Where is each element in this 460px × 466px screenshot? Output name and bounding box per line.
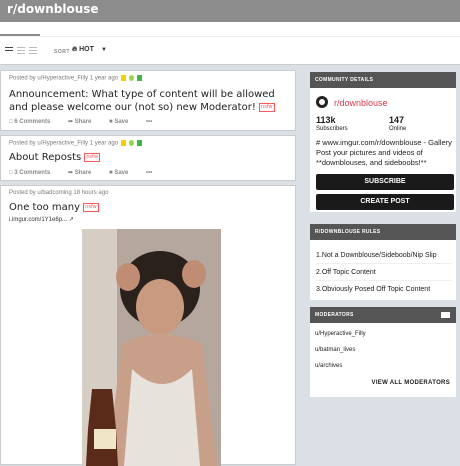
sort-label: SORT <box>54 49 70 55</box>
post-meta: Posted by u/Hyperactive_Filly 1 year ago <box>9 75 143 82</box>
comments-label: 3 Comments <box>14 170 51 176</box>
post-link[interactable]: i.imgur.com/1Y1e6p... ↗ <box>9 216 74 223</box>
share-label: Share <box>74 170 92 176</box>
nsfw-badge: nsfw <box>84 152 100 162</box>
post-card[interactable]: Posted by u/Hyperactive_Filly 1 year ago… <box>0 70 296 131</box>
rule-item[interactable]: 1.Not a Downblouse/Sideboob/Nip Slip <box>316 252 451 264</box>
post-card[interactable]: Posted by u/badcoming 18 hours ago One t… <box>0 185 296 466</box>
post-link-text: i.imgur.com/1Y1e6p... <box>9 217 68 223</box>
community-avatar <box>316 96 328 108</box>
moderators-header: MODERATORS <box>310 307 456 323</box>
save-label: Save <box>114 170 129 176</box>
post-meta-text: Posted by u/Hyperactive_Filly 1 year ago <box>9 140 119 147</box>
post-title-text: Announcement: What type of content will … <box>9 89 275 113</box>
rule-item[interactable]: 3.Obviously Posed Off Topic Content <box>316 286 451 297</box>
pin-icon <box>121 75 127 81</box>
save-label: Save <box>114 119 129 125</box>
post-image[interactable] <box>82 229 221 466</box>
online-count: 147 <box>389 115 405 125</box>
more-options-button[interactable]: ••• <box>146 170 152 176</box>
post-title[interactable]: Announcement: What type of content will … <box>9 88 289 114</box>
nsfw-badge: nsfw <box>259 102 275 112</box>
share-button[interactable]: ➦ Share <box>68 170 99 176</box>
compact-view-icon[interactable] <box>29 47 37 54</box>
subreddit-title: r/downblouse <box>7 2 99 16</box>
post-title[interactable]: About Reposts nsfw <box>9 151 100 164</box>
sort-bar: SORT 🔥︎ HOT ▼ <box>0 37 460 65</box>
card-view-icon[interactable] <box>5 47 13 54</box>
share-button[interactable]: ➦ Share <box>68 119 99 125</box>
sort-hot-button[interactable]: 🔥︎ HOT <box>72 46 94 54</box>
post-title-text: About Reposts <box>9 152 82 163</box>
community-details-panel: COMMUNITY DETAILS r/downblouse 113k Subs… <box>310 72 456 212</box>
online-label: Online <box>389 126 407 132</box>
pin-icon <box>121 140 127 146</box>
mod-shield-icon <box>137 75 143 81</box>
community-details-header: COMMUNITY DETAILS <box>310 72 456 88</box>
rule-item[interactable]: 2.Off Topic Content <box>316 269 451 281</box>
subscribe-button[interactable]: SUBSCRIBE <box>316 174 454 190</box>
post-meta: Posted by u/Hyperactive_Filly 1 year ago <box>9 140 143 147</box>
post-meta-text: Posted by u/Hyperactive_Filly 1 year ago <box>9 75 119 82</box>
announcement-icon <box>129 140 135 146</box>
rules-header: R/DOWNBLOUSE RULES <box>310 224 456 240</box>
save-button[interactable]: ■ Save <box>109 170 136 176</box>
community-name[interactable]: r/downblouse <box>334 98 388 108</box>
post-image-art <box>82 229 221 466</box>
view-all-moderators-link[interactable]: VIEW ALL MODERATORS <box>372 380 450 386</box>
moderator-link[interactable]: u/batman_lives <box>315 347 355 353</box>
comments-button[interactable]: □ 3 Comments <box>9 170 58 176</box>
announcement-icon <box>129 75 135 81</box>
post-card[interactable]: Posted by u/Hyperactive_Filly 1 year ago… <box>0 135 296 181</box>
share-label: Share <box>74 119 92 125</box>
subscribers-label: Subscribers <box>316 126 348 132</box>
post-meta: Posted by u/badcoming 18 hours ago <box>9 190 108 196</box>
moderator-link[interactable]: u/archives <box>315 363 342 369</box>
post-actions: □ 3 Comments ➦ Share ■ Save ••• <box>9 169 160 176</box>
comments-label: 6 Comments <box>14 119 51 125</box>
post-meta-text: Posted by u/badcoming 18 hours ago <box>9 190 109 196</box>
moderators-panel: MODERATORS u/Hyperactive_Filly u/batman_… <box>310 307 456 397</box>
message-mods-icon[interactable] <box>441 312 450 318</box>
chevron-down-icon[interactable]: ▼ <box>101 47 107 53</box>
sort-value: HOT <box>79 46 94 53</box>
classic-view-icon[interactable] <box>17 47 25 54</box>
external-link-icon: ↗ <box>68 217 74 223</box>
post-actions: □ 6 Comments ➦ Share ■ Save ••• <box>9 118 160 125</box>
create-post-button[interactable]: CREATE POST <box>316 194 454 210</box>
save-button[interactable]: ■ Save <box>109 119 136 125</box>
flame-icon: 🔥︎ <box>72 46 78 53</box>
subreddit-banner: r/downblouse <box>0 0 460 22</box>
active-tab-underline <box>0 34 40 36</box>
moderators-header-text: MODERATORS <box>315 312 354 318</box>
rules-panel: R/DOWNBLOUSE RULES 1.Not a Downblouse/Si… <box>310 224 456 300</box>
post-title-text: One too many <box>9 202 81 213</box>
post-title[interactable]: One too many nsfw <box>9 201 99 214</box>
community-description: # www.imgur.com/r/downblouse - Gallery P… <box>316 138 452 167</box>
comments-button[interactable]: □ 6 Comments <box>9 119 58 125</box>
moderator-link[interactable]: u/Hyperactive_Filly <box>315 331 366 337</box>
mod-shield-icon <box>137 140 143 146</box>
more-options-button[interactable]: ••• <box>146 119 152 125</box>
nsfw-badge: nsfw <box>83 202 99 212</box>
tab-strip <box>0 22 460 37</box>
subscribers-count: 113k <box>316 115 336 125</box>
